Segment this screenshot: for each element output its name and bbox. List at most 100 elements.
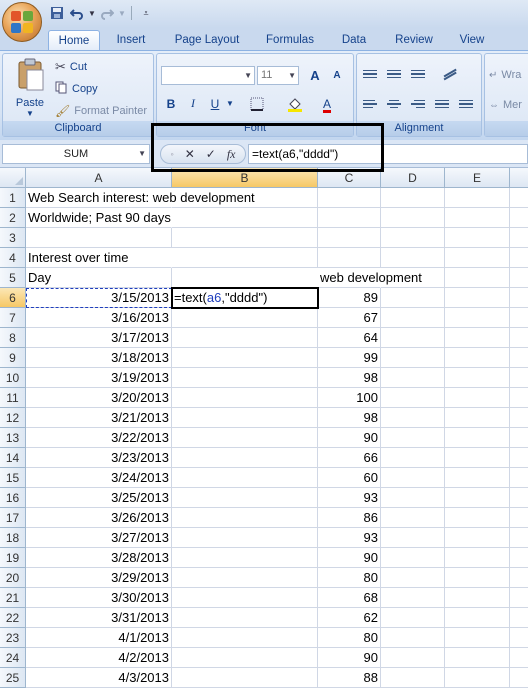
column-header-d[interactable]: D: [381, 168, 445, 188]
cell-d[interactable]: [381, 288, 445, 308]
cell-a[interactable]: 3/19/2013: [26, 368, 172, 388]
cell-c[interactable]: 93: [318, 488, 381, 508]
cell-f[interactable]: [510, 388, 528, 408]
undo-icon[interactable]: [68, 4, 86, 22]
cell-e[interactable]: [445, 548, 510, 568]
tab-view[interactable]: View: [450, 30, 494, 50]
cell-e[interactable]: [445, 348, 510, 368]
cell-b[interactable]: [172, 508, 318, 528]
undo-dropdown-icon[interactable]: ▼: [88, 4, 96, 22]
cell-b[interactable]: [172, 468, 318, 488]
fill-color-button[interactable]: [285, 94, 305, 113]
row-header[interactable]: 13: [0, 428, 26, 448]
cell-e[interactable]: [445, 608, 510, 628]
column-header-a[interactable]: A: [26, 168, 172, 188]
cell-f[interactable]: [510, 568, 528, 588]
cancel-icon[interactable]: ✕: [185, 147, 195, 161]
row-header[interactable]: 14: [0, 448, 26, 468]
name-box[interactable]: SUM ▼: [2, 144, 150, 164]
cell-f[interactable]: [510, 288, 528, 308]
wrap-text-button[interactable]: ↵ Wra: [489, 66, 521, 84]
insert-function-icon[interactable]: fx: [227, 147, 236, 162]
cell-a[interactable]: 3/27/2013: [26, 528, 172, 548]
cell-f[interactable]: [510, 268, 528, 288]
row-header[interactable]: 16: [0, 488, 26, 508]
cell-e[interactable]: [445, 488, 510, 508]
cell-e[interactable]: [445, 368, 510, 388]
cell-f[interactable]: [510, 668, 528, 688]
cell-a[interactable]: 3/23/2013: [26, 448, 172, 468]
row-header[interactable]: 7: [0, 308, 26, 328]
cell-a[interactable]: 3/18/2013: [26, 348, 172, 368]
cell-f[interactable]: [510, 448, 528, 468]
align-left-icon[interactable]: [361, 96, 379, 112]
tab-page-layout[interactable]: Page Layout: [166, 30, 248, 50]
cell-c[interactable]: 90: [318, 548, 381, 568]
chevron-down-icon[interactable]: ▼: [138, 145, 146, 163]
cell-c[interactable]: [318, 228, 381, 248]
cell-a[interactable]: 3/26/2013: [26, 508, 172, 528]
row-header[interactable]: 15: [0, 468, 26, 488]
cell-a[interactable]: Day: [26, 268, 172, 288]
merge-button[interactable]: ⇔ Mer: [489, 96, 522, 114]
cell-b[interactable]: [172, 348, 318, 368]
row-header[interactable]: 1: [0, 188, 26, 208]
cell-b[interactable]: [172, 308, 318, 328]
cell-e[interactable]: [445, 648, 510, 668]
cell-f[interactable]: [510, 328, 528, 348]
cell-b[interactable]: [172, 488, 318, 508]
tab-review[interactable]: Review: [386, 30, 442, 50]
cell-f[interactable]: [510, 608, 528, 628]
cell-c[interactable]: 100: [318, 388, 381, 408]
italic-button[interactable]: I: [183, 94, 203, 113]
row-header[interactable]: 12: [0, 408, 26, 428]
cell-e[interactable]: [445, 508, 510, 528]
cell-b[interactable]: [172, 628, 318, 648]
cell-a[interactable]: 3/31/2013: [26, 608, 172, 628]
cell-d[interactable]: [381, 508, 445, 528]
cell-e[interactable]: [445, 528, 510, 548]
row-header[interactable]: 18: [0, 528, 26, 548]
cell-b[interactable]: [172, 328, 318, 348]
cell-c[interactable]: [318, 248, 381, 268]
cell-d[interactable]: [381, 648, 445, 668]
cell-f[interactable]: [510, 228, 528, 248]
cut-button[interactable]: ✂ Cut: [55, 58, 87, 76]
cell-b[interactable]: [172, 408, 318, 428]
cell-c[interactable]: 62: [318, 608, 381, 628]
cell-c[interactable]: 80: [318, 628, 381, 648]
row-header[interactable]: 3: [0, 228, 26, 248]
column-header-f[interactable]: [510, 168, 528, 188]
cell-a[interactable]: 3/24/2013: [26, 468, 172, 488]
cell-c[interactable]: 98: [318, 368, 381, 388]
cell-f[interactable]: [510, 468, 528, 488]
cell-a[interactable]: 3/22/2013: [26, 428, 172, 448]
cell-a[interactable]: [26, 228, 172, 248]
row-header[interactable]: 25: [0, 668, 26, 688]
cell-c[interactable]: web development: [318, 268, 422, 288]
cell-e[interactable]: [445, 308, 510, 328]
cell-a[interactable]: Worldwide; Past 90 days: [26, 208, 172, 228]
cell-d[interactable]: [381, 448, 445, 468]
cell-c[interactable]: 86: [318, 508, 381, 528]
cell-f[interactable]: [510, 428, 528, 448]
cell-f[interactable]: [510, 528, 528, 548]
formula-input[interactable]: =text(a6,"dddd"): [248, 144, 528, 164]
cell-a[interactable]: 3/25/2013: [26, 488, 172, 508]
copy-button[interactable]: Copy: [55, 80, 98, 98]
bold-button[interactable]: B: [161, 94, 181, 113]
cell-b[interactable]: [172, 588, 318, 608]
cell-f[interactable]: [510, 628, 528, 648]
paste-button[interactable]: Paste ▼: [9, 58, 51, 120]
cell-f[interactable]: [510, 548, 528, 568]
row-header[interactable]: 21: [0, 588, 26, 608]
cell-e[interactable]: [445, 268, 510, 288]
column-header-b[interactable]: B: [172, 168, 318, 188]
cell-e[interactable]: [445, 428, 510, 448]
cell-f[interactable]: [510, 588, 528, 608]
row-header[interactable]: 22: [0, 608, 26, 628]
cell-d[interactable]: [381, 428, 445, 448]
cell-a[interactable]: Interest over time: [26, 248, 172, 268]
cell-f[interactable]: [510, 308, 528, 328]
align-right-icon[interactable]: [409, 96, 427, 112]
